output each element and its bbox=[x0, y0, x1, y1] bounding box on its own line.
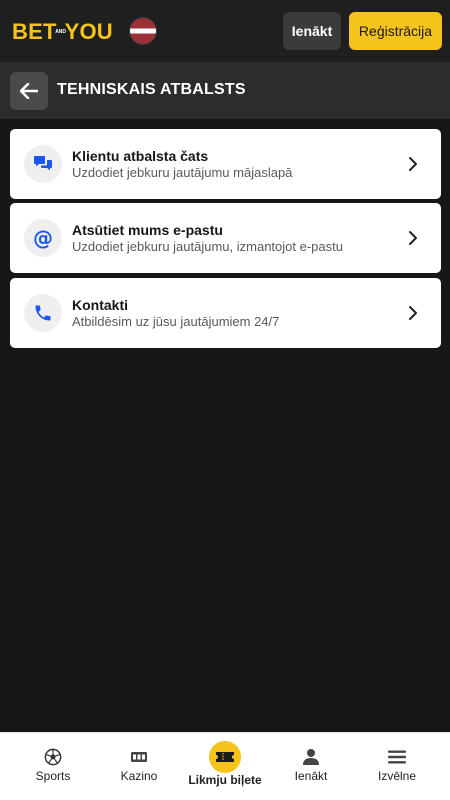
support-option-title: Klientu atbalsta čats bbox=[72, 148, 209, 164]
user-icon bbox=[302, 747, 320, 767]
phone-icon bbox=[24, 294, 62, 332]
nav-label: Kazino bbox=[120, 769, 158, 783]
support-option-email[interactable]: @ Atsūtiet mums e-pastu Uzdodiet jebkuru… bbox=[10, 203, 441, 273]
support-option-chat[interactable]: Klientu atbalsta čats Uzdodiet jebkuru j… bbox=[10, 129, 441, 199]
nav-label: Izvēlne bbox=[377, 769, 417, 783]
nav-sports[interactable]: Sports bbox=[10, 733, 96, 800]
page-title: TEHNISKAIS ATBALSTS bbox=[57, 81, 246, 98]
logo-and: AND bbox=[55, 28, 67, 35]
nav-login[interactable]: Ienākt bbox=[268, 733, 354, 800]
ticket-icon bbox=[209, 741, 241, 773]
menu-icon bbox=[388, 747, 406, 767]
support-option-subtitle: Atbildēsim uz jūsu jautājumiem 24/7 bbox=[72, 314, 280, 329]
logo-you: YOU bbox=[64, 19, 113, 44]
chevron-right-icon bbox=[409, 231, 417, 245]
chevron-right-icon bbox=[409, 157, 417, 171]
nav-label: Ienākt bbox=[294, 769, 328, 783]
nav-label: Likmju biļete bbox=[188, 773, 262, 787]
arrow-left-icon bbox=[20, 83, 38, 99]
chat-icon bbox=[24, 145, 62, 183]
soccer-ball-icon bbox=[44, 747, 62, 767]
support-option-title: Atsūtiet mums e-pastu bbox=[72, 222, 223, 238]
nav-menu[interactable]: Izvēlne bbox=[354, 733, 440, 800]
logo-bet: BET bbox=[12, 19, 57, 44]
support-option-subtitle: Uzdodiet jebkuru jautājumu mājaslapā bbox=[72, 165, 293, 180]
nav-casino[interactable]: Kazino bbox=[96, 733, 182, 800]
nav-bet-slip[interactable]: Likmju biļete bbox=[182, 733, 268, 800]
back-button[interactable] bbox=[10, 72, 48, 110]
page-header: TEHNISKAIS ATBALSTS bbox=[0, 62, 450, 119]
register-button[interactable]: Reģistrācija bbox=[349, 12, 442, 50]
at-icon: @ bbox=[24, 219, 62, 257]
support-option-subtitle: Uzdodiet jebkuru jautājumu, izmantojot e… bbox=[72, 239, 343, 254]
nav-label: Sports bbox=[35, 769, 71, 783]
brand-logo[interactable]: BET AND YOU bbox=[12, 18, 113, 46]
chevron-right-icon bbox=[409, 306, 417, 320]
bottom-navigation: Sports Kazino Likmju biļete Ienākt Izvēl… bbox=[0, 732, 450, 800]
support-option-title: Kontakti bbox=[72, 297, 128, 313]
slot-machine-icon bbox=[130, 747, 148, 767]
latvia-flag-icon[interactable] bbox=[130, 18, 156, 44]
support-option-contacts[interactable]: Kontakti Atbildēsim uz jūsu jautājumiem … bbox=[10, 278, 441, 348]
login-button[interactable]: Ienākt bbox=[283, 12, 341, 50]
top-header: BET AND YOU Ienākt Reģistrācija bbox=[0, 0, 450, 62]
